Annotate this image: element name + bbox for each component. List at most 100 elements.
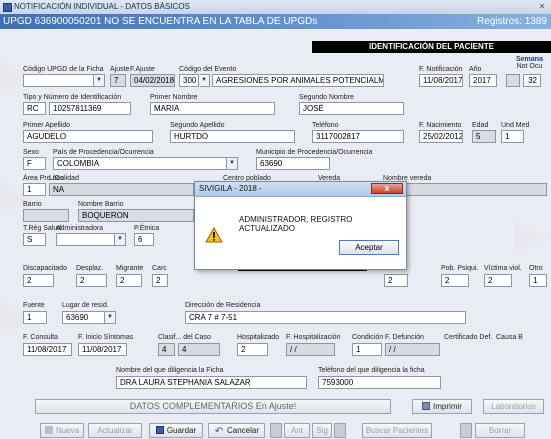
migrante-field[interactable]: 2 [116,274,142,287]
nombre-diligencia-field[interactable]: DRA LAURA STEPHANIA SALAZAR [116,376,307,389]
first-record-button[interactable] [270,423,282,438]
aceptar-button[interactable]: Aceptar [339,240,399,255]
f-nacimiento-field[interactable]: 25/02/2012 [419,130,463,143]
label-barrio: Barrio [23,201,42,208]
ant-button[interactable]: Ant [284,423,310,438]
label-cert-def: Certificado Def. [444,334,493,341]
area-field[interactable]: 1 [23,183,46,196]
chevron-down-icon: ▼ [104,312,115,323]
semana-title: Semana [516,56,543,63]
carc-field[interactable]: 2 [152,274,168,287]
f-consulta-field[interactable]: 11/08/2017 [23,343,72,356]
lugar-resid-value: 63690 [66,313,89,322]
pais-select[interactable]: COLOMBIA ▼ [53,157,238,170]
label-causa-b: Causa B [496,334,523,341]
label-edad: Edad [472,122,489,129]
guardar-button[interactable]: Guardar [149,423,203,438]
otro-field[interactable]: 1 [529,274,547,287]
administradora-select[interactable]: ▼ [56,233,126,246]
label-localidad: Localidad [49,175,79,182]
barrio-field[interactable] [23,209,69,222]
label-f-notificacion: F. Notificación [419,66,463,73]
primer-nombre-field[interactable]: MARIA [150,102,275,115]
municipio-field[interactable]: 63690 [256,157,330,170]
direccion-field[interactable]: CRA 7 # 7-51 [185,311,466,324]
pob-psiqui-field[interactable]: 2 [441,274,469,287]
nueva-label: Nueva [55,426,80,435]
dialog-body: ADMINISTRADOR, REGISTRO ACTUALIZADO Acep… [195,197,406,269]
primer-apellido-field[interactable]: AGUDELO [23,130,153,143]
borrar-button[interactable]: Borrar [475,423,525,438]
label-nombre-diligencia: Nombre del que diligencia la Ficha [116,367,224,374]
evento-dropdown[interactable]: ▼ [198,74,210,87]
anio-field[interactable]: 2017 [469,74,497,87]
nueva-button[interactable]: Nueva [40,423,84,438]
clasif-b-field[interactable]: 4 [178,343,220,356]
tipo-id-field[interactable]: RC [23,102,46,115]
borrar-icon-button[interactable] [460,423,472,438]
desplaz-field[interactable]: 2 [76,274,107,287]
label-direccion: Dirección de Residencia [185,302,261,309]
discapacitado-field[interactable]: 2 [23,274,54,287]
condicion-field[interactable]: 1 [352,343,382,356]
f-inicio-field[interactable]: 11/08/2017 [78,343,127,356]
lugar-resid-select[interactable]: 63690 ▼ [62,311,116,324]
save-icon [155,426,164,434]
evento-nombre-field[interactable]: AGRESIONES POR ANIMALES POTENCIALM [212,74,384,87]
last-record-button[interactable] [334,423,346,438]
chevron-down-icon: ▼ [198,75,209,86]
label-segundo-nombre: Segundo Nombre [299,94,354,101]
t-reg-salud-field[interactable]: S [23,233,46,246]
dialog-close-button[interactable]: x [371,183,403,194]
semana-ocu-field[interactable]: 32 [523,74,541,87]
label-clasif: Clasif... del Caso [158,334,211,341]
codigo-evento-field[interactable]: 300 [179,74,199,87]
imprimir-button[interactable]: Imprimir [412,399,472,414]
label-codigo-upgd: Código UPGD de la Ficha [23,66,104,73]
label-discapacitado: Discapacitado [23,265,67,272]
f-notificacion-field[interactable]: 11/08/2017 [419,74,463,87]
segundo-apellido-field[interactable]: HURTDO [170,130,295,143]
tel-diligencia-field[interactable]: 7593000 [318,376,441,389]
und-med-field[interactable]: 1 [501,130,524,143]
datos-complementarios-button[interactable]: DATOS COMPLEMENTARIOS En Ajuste! [35,399,391,414]
warning-icon [205,227,223,243]
status-banner: UPGD 636900050201 NO SE ENCUENTRA EN LA … [0,14,551,29]
nombre-vereda-field[interactable] [405,183,547,196]
semana-not-field[interactable] [506,74,520,87]
label-codigo-evento: Código del Evento [179,66,237,73]
ilizado-field[interactable]: 2 [384,274,408,287]
nombre-barrio-field[interactable]: BOQUERON [78,209,194,222]
window-close-icon[interactable]: × [536,1,548,12]
label-migrante: Migrante [116,265,144,272]
codigo-upgd-select[interactable]: ▼ [23,74,105,87]
sig-button[interactable]: Sig [312,423,332,438]
edad-field[interactable]: 5 [472,130,496,143]
sexo-field[interactable]: F [23,157,46,170]
f-ajuste-field[interactable]: 04/02/2018 [130,74,175,87]
actualizar-button[interactable]: Actualizar [88,423,142,438]
hospitalizado-field[interactable]: 2 [237,343,268,356]
clasif-a-field[interactable]: 4 [158,343,175,356]
label-hospitalizado: Hospitalizado [237,334,280,341]
label-victima-viol: Víctima viol. [484,265,522,272]
f-hosp-field[interactable]: / / [286,343,335,356]
numero-id-field[interactable]: 10257811369 [49,102,131,115]
p-etnica-field[interactable]: 6 [134,233,154,246]
label-f-defuncion: F. Defunción [385,334,424,341]
label-pais: País de Procedencia/Ocurrencia [53,149,154,156]
victima-viol-field[interactable]: 2 [484,274,512,287]
buscar-pacientes-button[interactable]: Buscar Pacientes [362,423,432,438]
fuente-field[interactable]: 1 [23,311,47,324]
f-defuncion-field[interactable]: / / [385,343,440,356]
label-primer-apellido: Primer Apellido [23,122,71,129]
ajuste-field[interactable]: 7 [110,74,126,87]
localidad-field[interactable]: NA [49,183,194,196]
label-fuente: Fuente [23,302,45,309]
segundo-nombre-field[interactable]: JOSÉ [299,102,404,115]
telefono-field[interactable]: 3117002817 [312,130,404,143]
label-tipo-num-id: Tipo y Número de Identificación [23,94,122,101]
cancelar-button[interactable]: ↶ Cancelar [208,423,265,438]
laboratorios-button[interactable]: Laboratorios [483,399,544,414]
chevron-down-icon: ▼ [93,75,104,86]
